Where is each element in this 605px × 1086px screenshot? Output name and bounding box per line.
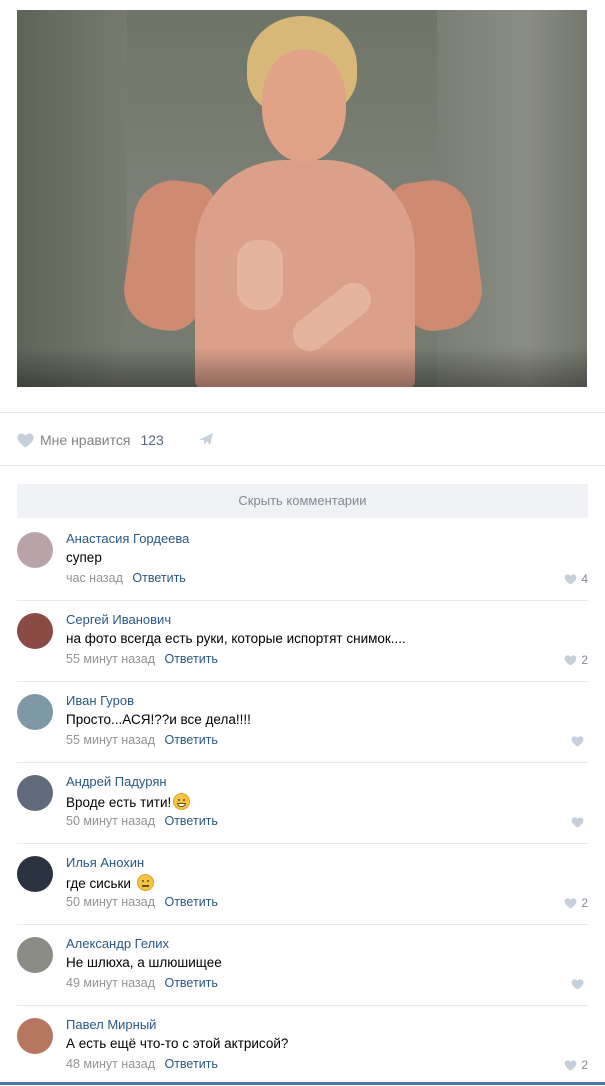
- comment-meta: 50 минут назад Ответить: [66, 895, 218, 909]
- comment: Андрей Падурян Вроде есть тити! 50 минут…: [17, 763, 588, 844]
- comment-text: где сиськи: [66, 874, 154, 891]
- avatar[interactable]: [17, 856, 53, 892]
- reply-button[interactable]: Ответить: [164, 814, 217, 828]
- comment-text: Вроде есть тити!: [66, 793, 191, 810]
- comment-like-button[interactable]: [571, 734, 588, 748]
- heart-icon: [571, 978, 584, 990]
- grin-emoji-icon: [173, 793, 191, 810]
- like-count: 123: [140, 432, 164, 448]
- photo-wall: [17, 10, 127, 387]
- avatar[interactable]: [17, 1018, 53, 1054]
- comment-author[interactable]: Андрей Падурян: [66, 774, 167, 789]
- comment-like-button[interactable]: 2: [564, 896, 588, 910]
- comment-like-button[interactable]: 2: [564, 1058, 588, 1072]
- comment-like-button[interactable]: [571, 977, 588, 991]
- comment-author[interactable]: Павел Мирный: [66, 1017, 156, 1032]
- comment: Анастасия Гордеева супер час назад Ответ…: [17, 520, 588, 601]
- post-photo[interactable]: [17, 10, 587, 387]
- heart-icon: [571, 735, 584, 747]
- comment-meta: 55 минут назад Ответить: [66, 733, 218, 747]
- comment-time[interactable]: час назад: [66, 571, 123, 585]
- comment-author[interactable]: Анастасия Гордеева: [66, 531, 189, 546]
- photo-figure-face: [262, 50, 346, 162]
- comment-meta: 55 минут назад Ответить: [66, 652, 218, 666]
- avatar[interactable]: [17, 775, 53, 811]
- comments-list: Анастасия Гордеева супер час назад Ответ…: [0, 520, 605, 1086]
- comment-time[interactable]: 55 минут назад: [66, 652, 155, 666]
- reply-button[interactable]: Ответить: [164, 652, 217, 666]
- reply-button[interactable]: Ответить: [164, 976, 217, 990]
- comment-text: Не шлюха, а шлюшищее: [66, 955, 222, 970]
- photo-shadow: [17, 347, 587, 387]
- comment-time[interactable]: 55 минут назад: [66, 733, 155, 747]
- comment-author[interactable]: Сергей Иванович: [66, 612, 171, 627]
- hide-comments-button[interactable]: Скрыть комментарии: [17, 484, 588, 518]
- comment-like-count: 2: [581, 1058, 588, 1072]
- comment-time[interactable]: 49 минут назад: [66, 976, 155, 990]
- comment-meta: 48 минут назад Ответить: [66, 1057, 218, 1071]
- heart-icon: [564, 1059, 577, 1071]
- heart-icon: [564, 654, 577, 666]
- comment-time[interactable]: 50 минут назад: [66, 895, 155, 909]
- comment-author[interactable]: Александр Гелих: [66, 936, 169, 951]
- avatar[interactable]: [17, 937, 53, 973]
- comment-like-button[interactable]: [571, 815, 588, 829]
- avatar[interactable]: [17, 694, 53, 730]
- reply-button[interactable]: Ответить: [164, 733, 217, 747]
- reply-button[interactable]: Ответить: [164, 1057, 217, 1071]
- reply-button[interactable]: Ответить: [164, 895, 217, 909]
- comment-like-count: 4: [581, 572, 588, 586]
- photo-figure-hand: [237, 240, 283, 310]
- comment-meta: час назад Ответить: [66, 571, 186, 585]
- comment-text: Просто...АСЯ!??и все дела!!!!: [66, 712, 251, 727]
- comment-author[interactable]: Илья Анохин: [66, 855, 144, 870]
- comment-meta: 50 минут назад Ответить: [66, 814, 218, 828]
- avatar[interactable]: [17, 613, 53, 649]
- comment-like-button[interactable]: 4: [564, 572, 588, 586]
- comment-like-count: 2: [581, 896, 588, 910]
- comment-like-button[interactable]: 2: [564, 653, 588, 667]
- avatar[interactable]: [17, 532, 53, 568]
- comment-like-count: 2: [581, 653, 588, 667]
- comment-text: на фото всегда есть руки, которые испорт…: [66, 631, 406, 646]
- post-actions-bar: Мне нравится 123: [0, 412, 605, 466]
- share-icon[interactable]: [198, 431, 215, 447]
- heart-icon: [571, 816, 584, 828]
- neutral-emoji-icon: [136, 874, 154, 891]
- comment: Павел Мирный А есть ещё что-то с этой ак…: [17, 1006, 588, 1086]
- comment: Сергей Иванович на фото всегда есть руки…: [17, 601, 588, 682]
- comment-text: супер: [66, 550, 102, 565]
- like-button[interactable]: Мне нравится 123: [17, 430, 164, 450]
- like-label: Мне нравится: [40, 432, 131, 448]
- comment-text: А есть ещё что-то с этой актрисой?: [66, 1036, 289, 1051]
- comment-meta: 49 минут назад Ответить: [66, 976, 218, 990]
- heart-icon: [564, 573, 577, 585]
- heart-icon: [564, 897, 577, 909]
- comment-author[interactable]: Иван Гуров: [66, 693, 134, 708]
- comment: Александр Гелих Не шлюха, а шлюшищее 49 …: [17, 925, 588, 1006]
- comment: Иван Гуров Просто...АСЯ!??и все дела!!!!…: [17, 682, 588, 763]
- heart-icon: [17, 433, 34, 447]
- reply-button[interactable]: Ответить: [132, 571, 185, 585]
- comment-time[interactable]: 50 минут назад: [66, 814, 155, 828]
- comment-time[interactable]: 48 минут назад: [66, 1057, 155, 1071]
- comment: Илья Анохин где сиськи 50 минут назад От…: [17, 844, 588, 925]
